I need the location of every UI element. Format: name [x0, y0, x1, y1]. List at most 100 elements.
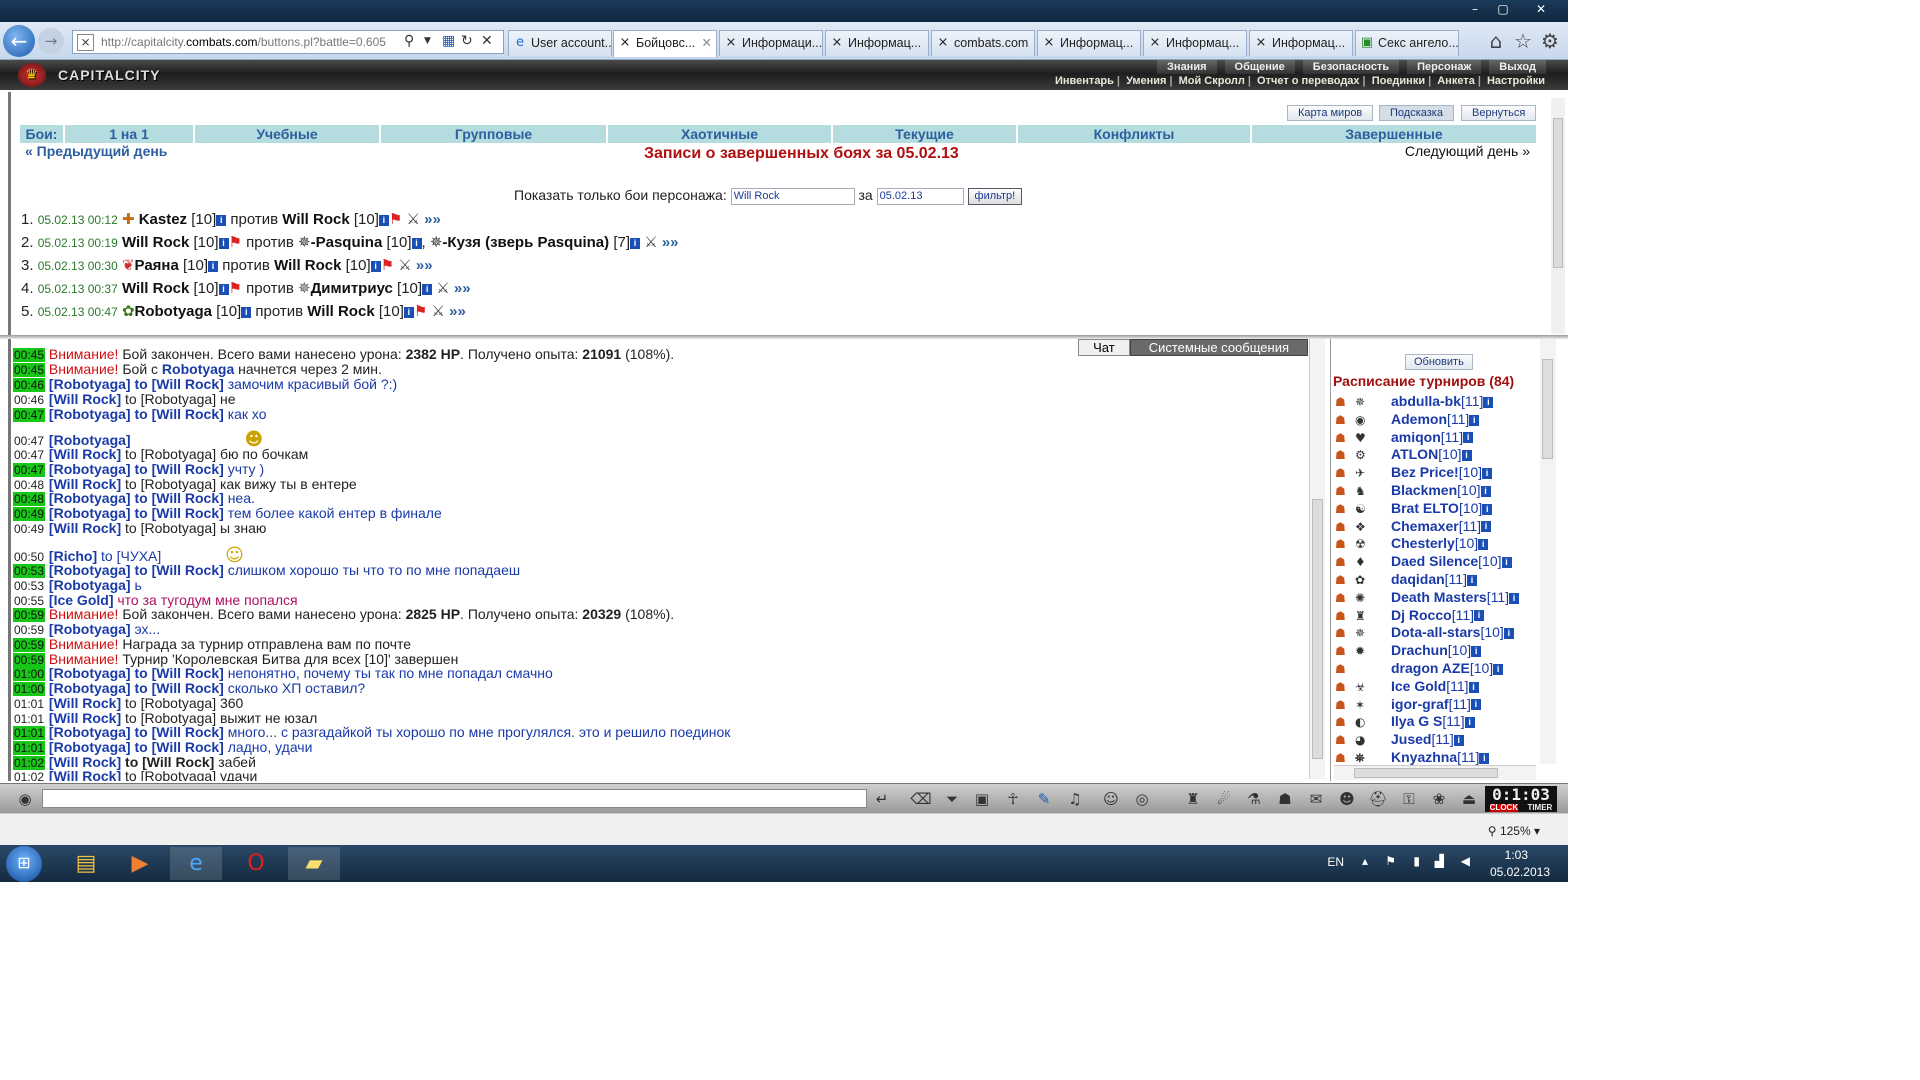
network-icon[interactable]: ▟: [1435, 854, 1444, 868]
player-link[interactable]: [Robotyaga]: [49, 739, 131, 755]
player-link[interactable]: [Will Rock]: [49, 768, 121, 782]
next-day-link[interactable]: Следующий день »: [1405, 143, 1530, 159]
chat-time[interactable]: 00:59: [13, 638, 46, 652]
info-icon[interactable]: i: [1464, 717, 1475, 729]
chat-time[interactable]: 01:01: [13, 697, 45, 711]
menu-communication[interactable]: Общение: [1224, 60, 1295, 74]
fighter-link[interactable]: Will Rock: [282, 211, 349, 228]
player-link[interactable]: [Robotyaga]: [49, 577, 131, 593]
battery-icon[interactable]: ▮: [1413, 854, 1420, 868]
player-link[interactable]: [Will Rock]: [49, 520, 121, 536]
eraser-icon[interactable]: ⌫: [910, 788, 932, 810]
crossed-swords-icon[interactable]: ⚔: [436, 279, 449, 297]
chat-time[interactable]: 01:02: [13, 756, 46, 770]
volume-icon[interactable]: ◀: [1461, 854, 1470, 868]
bell-icon[interactable]: ☄: [1213, 788, 1235, 810]
fight-log-link[interactable]: »»: [662, 234, 679, 251]
crossed-swords-icon[interactable]: ⚔: [644, 233, 657, 251]
tab-chaotic[interactable]: Хаотичные: [608, 125, 833, 143]
join-tournament-icon[interactable]: ☗: [1335, 607, 1355, 625]
browser-tab[interactable]: ⨯ Информаци...: [719, 30, 823, 56]
compatibility-icon[interactable]: ▦: [442, 32, 458, 50]
info-icon[interactable]: i: [1483, 396, 1494, 408]
tournament-player-link[interactable]: Ademon: [1391, 411, 1447, 427]
chat-mode-icon[interactable]: ◉: [14, 788, 36, 810]
chat-time[interactable]: 00:47: [13, 448, 45, 462]
tournament-player-link[interactable]: Ice Gold: [1391, 678, 1446, 694]
info-icon[interactable]: i: [1474, 610, 1484, 622]
tournament-player-link[interactable]: Jused: [1391, 731, 1431, 747]
join-tournament-icon[interactable]: ☗: [1335, 393, 1355, 411]
tournament-player-link[interactable]: igor-graf: [1391, 696, 1449, 712]
chat-tab[interactable]: Чат: [1078, 339, 1130, 356]
tab-1v1[interactable]: 1 на 1: [65, 125, 195, 143]
recipient-link[interactable]: to [Will Rock]: [134, 680, 223, 696]
close-tab-icon[interactable]: ✕: [702, 31, 712, 55]
info-icon[interactable]: i: [1470, 699, 1481, 711]
hint-button[interactable]: Подсказка: [1379, 105, 1454, 121]
fighter-link[interactable]: Robotyaga: [135, 303, 213, 320]
character-filter-input[interactable]: [730, 187, 855, 205]
submenu-skills[interactable]: Умения: [1123, 75, 1169, 87]
bag-icon[interactable]: ♜: [1182, 788, 1204, 810]
chat-time[interactable]: 00:45: [13, 363, 46, 377]
info-icon[interactable]: i: [1461, 450, 1472, 462]
tray-arrow-icon[interactable]: ▴: [1362, 854, 1368, 868]
tournament-player-link[interactable]: amiqon: [1391, 429, 1441, 445]
info-icon[interactable]: i: [403, 306, 414, 318]
player-link[interactable]: [Robotyaga]: [49, 562, 131, 578]
submenu-fights[interactable]: Поединки: [1369, 75, 1428, 87]
browser-tab[interactable]: ⨯ combats.com: [931, 30, 1035, 56]
tournament-hscrollbar[interactable]: [1334, 765, 1536, 780]
info-icon[interactable]: i: [411, 237, 422, 249]
chat-time[interactable]: 00:59: [13, 608, 46, 622]
tray-time[interactable]: 1:03: [1505, 848, 1528, 862]
recipient-link[interactable]: to [Will Rock]: [134, 505, 223, 521]
fighter-link[interactable]: Will Rock: [122, 280, 189, 297]
fighter-link[interactable]: Димитриус: [311, 280, 393, 297]
player-link[interactable]: [Will Rock]: [49, 446, 121, 462]
fighter-link[interactable]: -Кузя (зверь Pasquina): [442, 234, 609, 251]
tournament-player-link[interactable]: dragon AZE: [1391, 660, 1470, 676]
join-tournament-icon[interactable]: ☗: [1335, 713, 1355, 731]
speed-icon[interactable]: ◎: [1131, 788, 1153, 810]
sticky-notes-icon[interactable]: ▰: [288, 847, 340, 880]
chat-time[interactable]: 01:02: [13, 770, 45, 781]
chat-time[interactable]: 00:47: [13, 434, 45, 448]
info-icon[interactable]: i: [1466, 574, 1477, 586]
join-tournament-icon[interactable]: ☗: [1335, 696, 1355, 714]
menu-knowledge[interactable]: Знания: [1157, 60, 1217, 74]
chat-time[interactable]: 01:01: [13, 712, 45, 726]
chat-time[interactable]: 00:46: [13, 393, 45, 407]
info-icon[interactable]: i: [422, 283, 433, 295]
explorer-icon[interactable]: ▤: [60, 847, 112, 880]
info-icon[interactable]: i: [218, 237, 229, 249]
flag-icon[interactable]: ⚑: [1385, 854, 1396, 868]
ie-taskbar-icon[interactable]: e: [170, 847, 222, 880]
join-tournament-icon[interactable]: ☗: [1335, 553, 1355, 571]
fight-log-link[interactable]: »»: [454, 280, 471, 297]
browser-tab[interactable]: e User account...: [508, 30, 612, 56]
recipient-link[interactable]: to [Will Rock]: [134, 562, 223, 578]
info-icon[interactable]: i: [1471, 645, 1482, 657]
gear-icon[interactable]: ⚙: [1539, 30, 1561, 52]
info-icon[interactable]: i: [370, 260, 381, 272]
face-icon[interactable]: ☻: [1336, 788, 1358, 810]
info-icon[interactable]: i: [1463, 432, 1474, 444]
info-icon[interactable]: i: [1509, 592, 1520, 604]
recipient-link[interactable]: to [Will Rock]: [134, 461, 223, 477]
chat-time[interactable]: 00:46: [13, 378, 46, 392]
search-icon[interactable]: ⚲: [404, 32, 420, 50]
join-tournament-icon[interactable]: ☗: [1335, 678, 1355, 696]
back-button[interactable]: Вернуться: [1461, 105, 1537, 121]
join-tournament-icon[interactable]: ☗: [1335, 660, 1355, 678]
chat-scrollbar[interactable]: [1309, 339, 1325, 779]
tournament-player-link[interactable]: Bez Price!: [1391, 464, 1459, 480]
menu-character[interactable]: Персонаж: [1407, 60, 1482, 74]
info-icon[interactable]: i: [241, 306, 252, 318]
scroll-icon[interactable]: ✉: [1305, 788, 1327, 810]
forward-icon[interactable]: →: [38, 28, 64, 54]
close-window-icon[interactable]: ✕: [1528, 2, 1554, 18]
chat-time[interactable]: 01:01: [13, 726, 46, 740]
exit-icon[interactable]: ⏏: [1458, 788, 1480, 810]
